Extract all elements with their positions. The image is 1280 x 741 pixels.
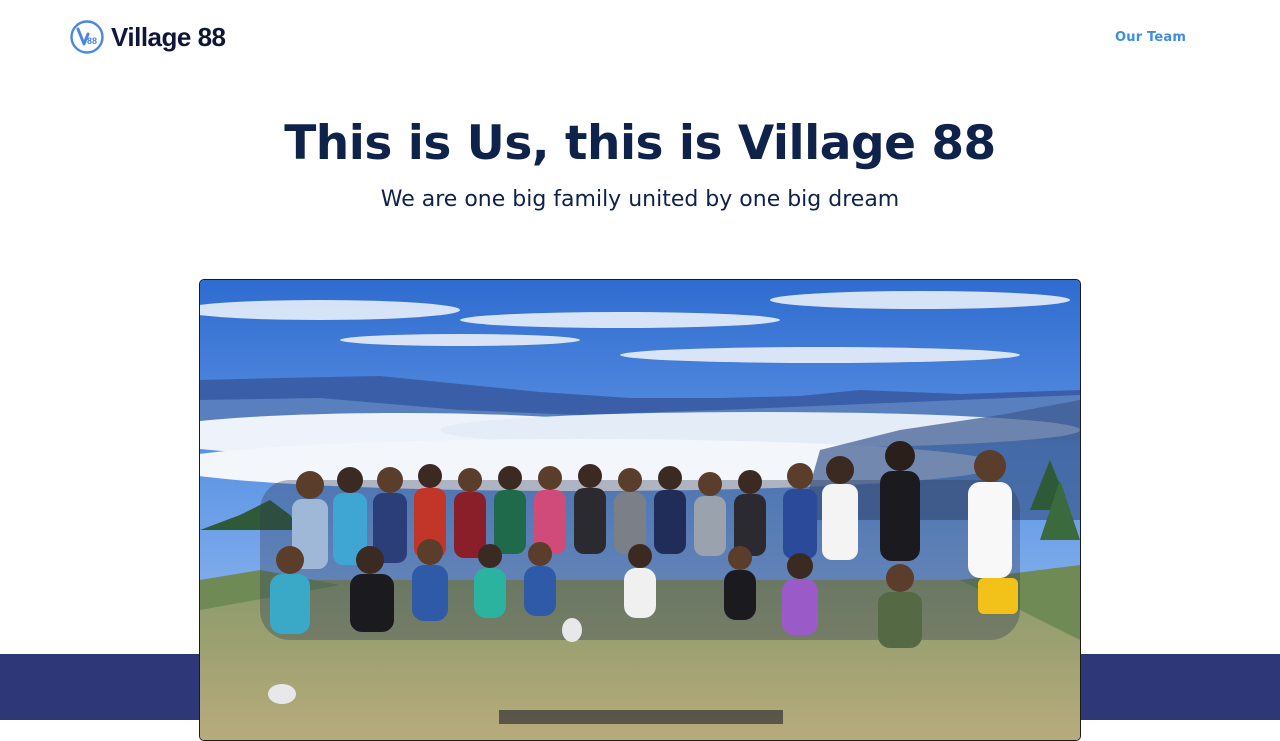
team-photo-illustration	[200, 280, 1080, 740]
team-group-photo	[199, 279, 1081, 741]
village88-logo-icon: 88	[70, 20, 104, 54]
photo-caption-bar	[499, 710, 783, 724]
page-subtitle: We are one big family united by one big …	[380, 187, 900, 212]
site-header: 88 Village 88 Our Team	[0, 0, 1280, 76]
brand-name: Village 88	[111, 22, 226, 52]
page-title: This is Us, this is Village 88	[284, 116, 996, 171]
svg-text:88: 88	[87, 36, 97, 46]
village88-logo[interactable]: 88 Village 88	[70, 20, 226, 54]
nav-our-team-link[interactable]: Our Team	[1115, 30, 1186, 45]
